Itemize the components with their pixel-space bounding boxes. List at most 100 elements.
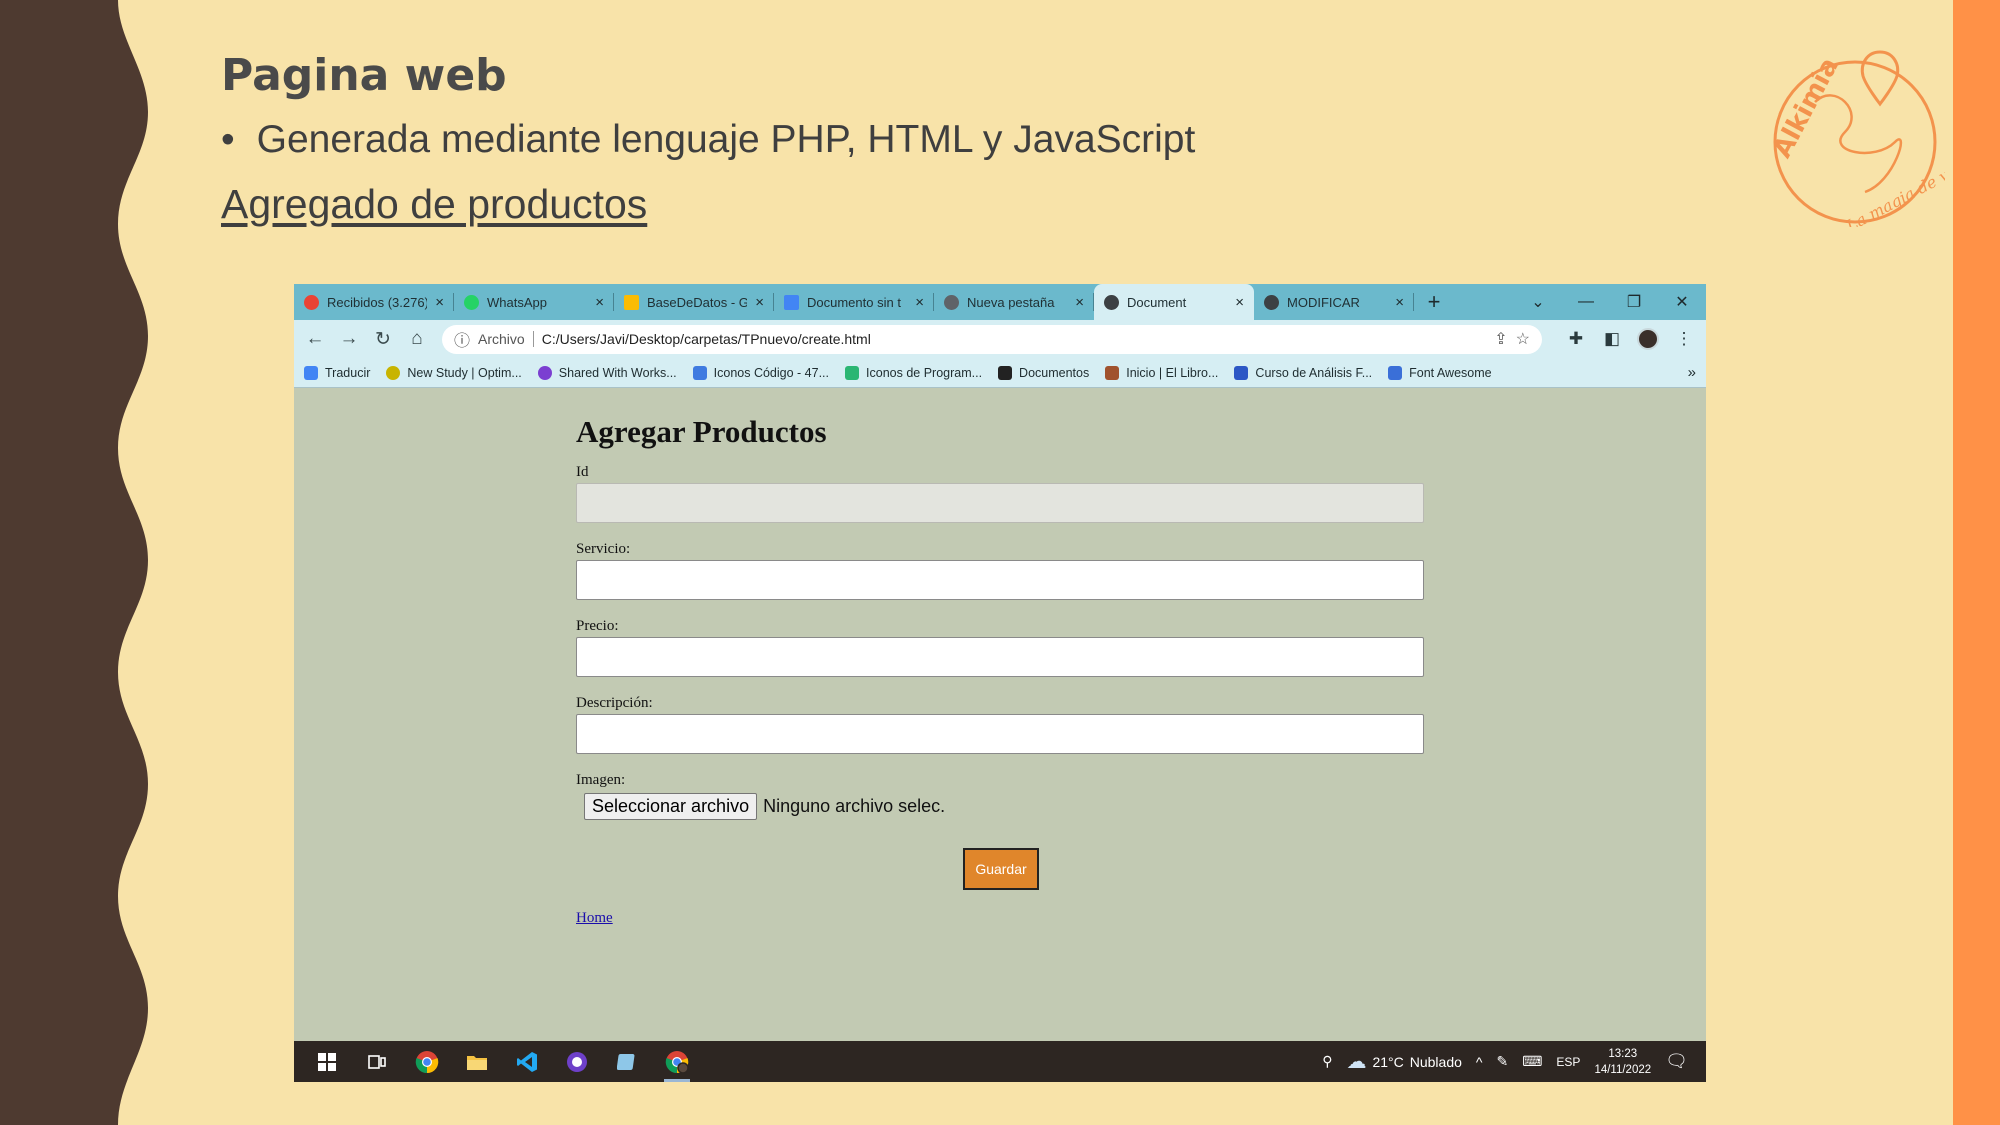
tab-gmail[interactable]: Recibidos (3.276) ×: [294, 284, 454, 320]
back-button[interactable]: ←: [300, 324, 330, 354]
tab-document[interactable]: Document ×: [1094, 284, 1254, 320]
chevron-up-icon[interactable]: ^: [1476, 1054, 1483, 1070]
guardar-button[interactable]: Guardar: [963, 848, 1039, 890]
bookmark-item[interactable]: Curso de Análisis F...: [1234, 365, 1372, 380]
browser-window: Recibidos (3.276) × WhatsApp × BaseDeDatos…: [294, 284, 1706, 1082]
tab-label: Recibidos (3.276): [327, 294, 428, 310]
profile-avatar[interactable]: [1632, 324, 1664, 354]
servicio-input[interactable]: [576, 560, 1424, 600]
imagen-label: Imagen:: [576, 772, 626, 788]
form-heading: Agregar Productos: [576, 414, 827, 449]
logo-tagline: La magia de viajar: [1842, 147, 1945, 227]
close-icon[interactable]: ×: [1395, 294, 1404, 311]
window-controls: ⌄ — ❐ ✕: [1514, 284, 1706, 320]
bookmark-site-icon: [692, 365, 707, 380]
side-panel-icon[interactable]: ◧: [1596, 324, 1628, 354]
star-icon[interactable]: ☆: [1516, 329, 1530, 349]
globe-icon: [944, 294, 959, 310]
vscode-icon[interactable]: [502, 1041, 552, 1082]
people-icon[interactable]: ⚲: [1322, 1053, 1332, 1070]
drive-icon: [624, 294, 639, 310]
reload-button[interactable]: ↻: [368, 324, 398, 354]
bookmark-label: New Study | Optim...: [407, 365, 522, 380]
new-tab-button[interactable]: +: [1414, 284, 1454, 320]
notification-icon[interactable]: 🗨: [1665, 1051, 1688, 1072]
task-view-icon[interactable]: [352, 1041, 402, 1082]
restore-button[interactable]: ❐: [1610, 284, 1658, 320]
descripcion-input[interactable]: [576, 714, 1424, 754]
file-explorer-icon[interactable]: [452, 1041, 502, 1082]
bookmark-item[interactable]: New Study | Optim...: [386, 365, 522, 380]
section-link[interactable]: Agregado de productos: [221, 181, 647, 228]
logo-brand-text: Alkimia: [1767, 53, 1845, 163]
bookmark-item[interactable]: Traducir: [304, 365, 370, 380]
bookmark-item[interactable]: Documentos: [998, 365, 1089, 380]
notepad-icon[interactable]: [602, 1041, 652, 1082]
url-text[interactable]: C:/Users/Javi/Desktop/carpetas/TPnuevo/c…: [542, 331, 1487, 347]
minimize-button[interactable]: —: [1562, 284, 1610, 320]
tab-documento[interactable]: Documento sin t ×: [774, 284, 934, 320]
home-link[interactable]: Home: [576, 910, 613, 927]
home-button[interactable]: ⌂: [402, 324, 432, 354]
close-icon[interactable]: ×: [1075, 294, 1084, 311]
share-icon[interactable]: ⇪: [1494, 329, 1507, 349]
close-icon[interactable]: ×: [755, 294, 764, 311]
chrome-icon[interactable]: [402, 1041, 452, 1082]
bookmark-item[interactable]: Shared With Works...: [537, 365, 677, 380]
right-accent-stripe: [1953, 0, 2000, 1125]
forward-button[interactable]: →: [334, 324, 364, 354]
language-indicator[interactable]: ESP: [1556, 1055, 1580, 1069]
windows-start-icon[interactable]: [302, 1041, 352, 1082]
tab-label: Nueva pestaña: [967, 294, 1055, 310]
precio-input[interactable]: [576, 637, 1424, 677]
id-field[interactable]: [576, 483, 1424, 523]
tab-search-icon[interactable]: ⌄: [1514, 284, 1562, 320]
address-bar[interactable]: ⓘ Archivo C:/Users/Javi/Desktop/carpetas…: [442, 324, 1542, 354]
globe-icon: [1264, 294, 1279, 310]
tab-modificar[interactable]: MODIFICAR ×: [1254, 284, 1414, 320]
system-tray: ⚲ ☁ 21°C Nublado ^ ✎ ⌨ ESP 13:23 14/11/2…: [1322, 1046, 1698, 1078]
close-window-button[interactable]: ✕: [1658, 284, 1706, 320]
pen-icon[interactable]: ✎: [1496, 1053, 1508, 1070]
address-divider: [532, 331, 534, 347]
close-icon[interactable]: ×: [915, 294, 924, 311]
clock[interactable]: 13:23 14/11/2022: [1594, 1046, 1651, 1078]
tab-basededatos[interactable]: BaseDeDatos - G ×: [614, 284, 774, 320]
info-icon[interactable]: ⓘ: [454, 327, 470, 351]
bookmark-item[interactable]: Font Awesome: [1388, 365, 1492, 380]
extensions-icon[interactable]: ✚: [1560, 324, 1592, 354]
servicio-label: Servicio:: [576, 541, 631, 557]
tab-bar: Recibidos (3.276) × WhatsApp × BaseDeDatos…: [294, 284, 1706, 320]
menu-icon[interactable]: ⋮: [1668, 324, 1700, 354]
gmail-icon: [304, 294, 319, 310]
bookmark-item[interactable]: Iconos Código - 47...: [692, 365, 829, 380]
github-desktop-icon[interactable]: [552, 1041, 602, 1082]
page-content: Agregar Productos Id Servicio: Precio: D…: [576, 414, 1426, 927]
close-icon[interactable]: ×: [435, 294, 444, 311]
bookmark-site-icon: [998, 365, 1013, 380]
flag-icon: [1388, 365, 1403, 380]
bullet-text: Generada mediante lenguaje PHP, HTML y J…: [256, 118, 1196, 161]
weather-widget[interactable]: ☁ 21°C Nublado: [1346, 1049, 1461, 1074]
tab-label: Documento sin t: [807, 294, 901, 310]
windows-taskbar: ⚲ ☁ 21°C Nublado ^ ✎ ⌨ ESP 13:23 14/11/2…: [294, 1041, 1706, 1082]
bookmark-item[interactable]: Inicio | El Libro...: [1105, 365, 1218, 380]
file-status: Ninguno archivo selec.: [763, 796, 946, 816]
keyboard-icon[interactable]: ⌨: [1522, 1053, 1542, 1070]
slide-bullet: • Generada mediante lenguaje PHP, HTML y…: [221, 118, 1195, 162]
browser-toolbar: ← → ↻ ⌂ ⓘ Archivo C:/Users/Javi/Desktop/…: [294, 320, 1706, 358]
bookmarks-overflow-button[interactable]: »: [1688, 364, 1696, 381]
close-icon[interactable]: ×: [1235, 294, 1244, 311]
bookmark-site-icon: [537, 365, 552, 380]
clock-time: 13:23: [1608, 1047, 1638, 1060]
tab-label: MODIFICAR: [1287, 294, 1360, 310]
tab-nueva-pestana[interactable]: Nueva pestaña ×: [934, 284, 1094, 320]
tab-whatsapp[interactable]: WhatsApp ×: [454, 284, 614, 320]
bookmark-label: Iconos de Program...: [866, 365, 983, 380]
close-icon[interactable]: ×: [595, 294, 604, 311]
whatsapp-icon: [464, 294, 479, 310]
chrome-profile-icon[interactable]: [652, 1041, 702, 1082]
bookmark-item[interactable]: Iconos de Program...: [845, 365, 983, 380]
select-file-button[interactable]: Seleccionar archivo: [584, 793, 758, 820]
slide-title: Pagina web: [221, 50, 507, 101]
